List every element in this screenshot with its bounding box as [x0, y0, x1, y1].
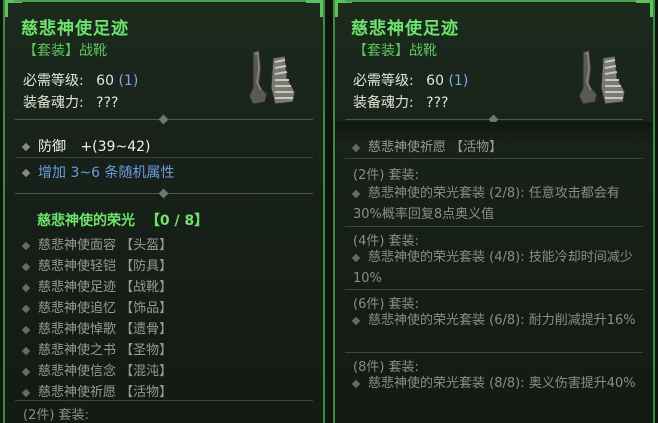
set-item: 慈悲神使足迹 【战靴】: [21, 276, 172, 295]
divider: [15, 114, 313, 125]
defense-value: +(39~42): [80, 139, 151, 155]
separator: [345, 226, 643, 227]
bullet-icon: [21, 241, 31, 250]
bullet-icon: [351, 316, 361, 325]
required-level-value: 60: [426, 73, 444, 89]
soul-power-value: ???: [426, 95, 449, 111]
set-item: 慈悲神使面容 【头盔】: [21, 234, 172, 253]
separator: [345, 158, 643, 159]
required-level-row: 必需等级: 60 (1): [353, 70, 468, 90]
bullet-icon: [21, 325, 31, 334]
bullet-icon: [351, 143, 361, 152]
bullet-icon: [21, 262, 31, 271]
set-item: 慈悲神使追忆 【饰品】: [21, 297, 172, 316]
set-bonus-6-text: 慈悲神使的荣光套装 (6/8): 耐力削减提升16%: [351, 310, 643, 331]
soul-power-row: 装备魂力: ???: [353, 92, 448, 112]
bullet-icon: [21, 168, 31, 178]
set-bonus-8-text: 慈悲神使的荣光套装 (8/8): 奥义伤害提升40%: [351, 373, 643, 394]
set-bonus-2-text: 慈悲神使的荣光套装 (2/8): 任意攻击都会有30%概率回复8点奥义值: [351, 186, 620, 222]
soul-power-label: 装备魂力:: [23, 95, 84, 111]
item-tooltip-right: 慈悲神使足迹 【套装】战靴 必需等级: 60 (1) 装备魂力: ??? 慈悲神…: [333, 0, 655, 423]
armored-boot-icon: [248, 49, 296, 105]
defense-row: 防御 +(39~42): [21, 136, 151, 156]
set-count: 【0 / 8】: [145, 213, 209, 229]
required-level-paren: (1): [448, 73, 469, 89]
bullet-icon: [21, 283, 31, 292]
required-level-value: 60: [96, 73, 114, 89]
set-item: 慈悲神使信念 【混沌】: [21, 360, 172, 379]
divider: [15, 188, 313, 199]
soul-power-label: 装备魂力:: [353, 95, 414, 111]
random-affix-row: 增加 3~6 条随机属性: [21, 162, 175, 182]
required-level-row: 必需等级: 60 (1): [23, 70, 138, 90]
set-item: 慈悲神使悼歌 【遗骨】: [21, 318, 172, 337]
set-name: 慈悲神使的荣光: [37, 213, 135, 229]
frame-top-line: [15, 0, 313, 2]
item-name: 慈悲神使足迹: [21, 19, 129, 39]
separator: [345, 289, 643, 290]
bullet-icon: [21, 142, 31, 152]
required-level-label: 必需等级:: [23, 73, 84, 89]
set-bonus-4-text: 慈悲神使的荣光套装 (4/8): 技能冷却时间减少10%: [351, 250, 633, 286]
item-type: 【套装】战靴: [353, 43, 437, 59]
separator: [15, 400, 313, 401]
set-bonus-2-label: (2件) 套装:: [23, 408, 89, 423]
bullet-icon: [351, 253, 361, 262]
separator: [345, 352, 643, 353]
item-tooltip-left: 慈悲神使足迹 【套装】战靴 必需等级: 60 (1) 装备魂力: ??? 防御 …: [3, 0, 325, 423]
bullet-icon: [21, 346, 31, 355]
frame-top-line: [345, 0, 643, 2]
defense-label: 防御: [38, 139, 66, 155]
soul-power-row: 装备魂力: ???: [23, 92, 118, 112]
random-affix-text: 增加 3~6 条随机属性: [38, 165, 175, 181]
bullet-icon: [351, 189, 361, 198]
set-bonus-2-label: (2件) 套装:: [353, 168, 419, 183]
separator: [15, 157, 313, 158]
soul-power-value: ???: [96, 95, 119, 111]
bullet-icon: [21, 388, 31, 397]
armored-boot-icon: [578, 49, 626, 105]
bullet-icon: [21, 367, 31, 376]
required-level-label: 必需等级:: [353, 73, 414, 89]
set-item-partial: 慈悲神使祈愿 【活物】: [351, 136, 502, 155]
item-type: 【套装】战靴: [23, 43, 107, 59]
set-header: 慈悲神使的荣光 【0 / 8】: [37, 210, 208, 230]
item-name: 慈悲神使足迹: [351, 19, 459, 39]
bullet-icon: [21, 304, 31, 313]
bullet-icon: [351, 379, 361, 388]
required-level-paren: (1): [118, 73, 139, 89]
set-item: 慈悲神使之书 【圣物】: [21, 339, 172, 358]
set-item: 慈悲神使轻铠 【防具】: [21, 255, 172, 274]
set-item: 慈悲神使祈愿 【活物】: [21, 381, 172, 400]
